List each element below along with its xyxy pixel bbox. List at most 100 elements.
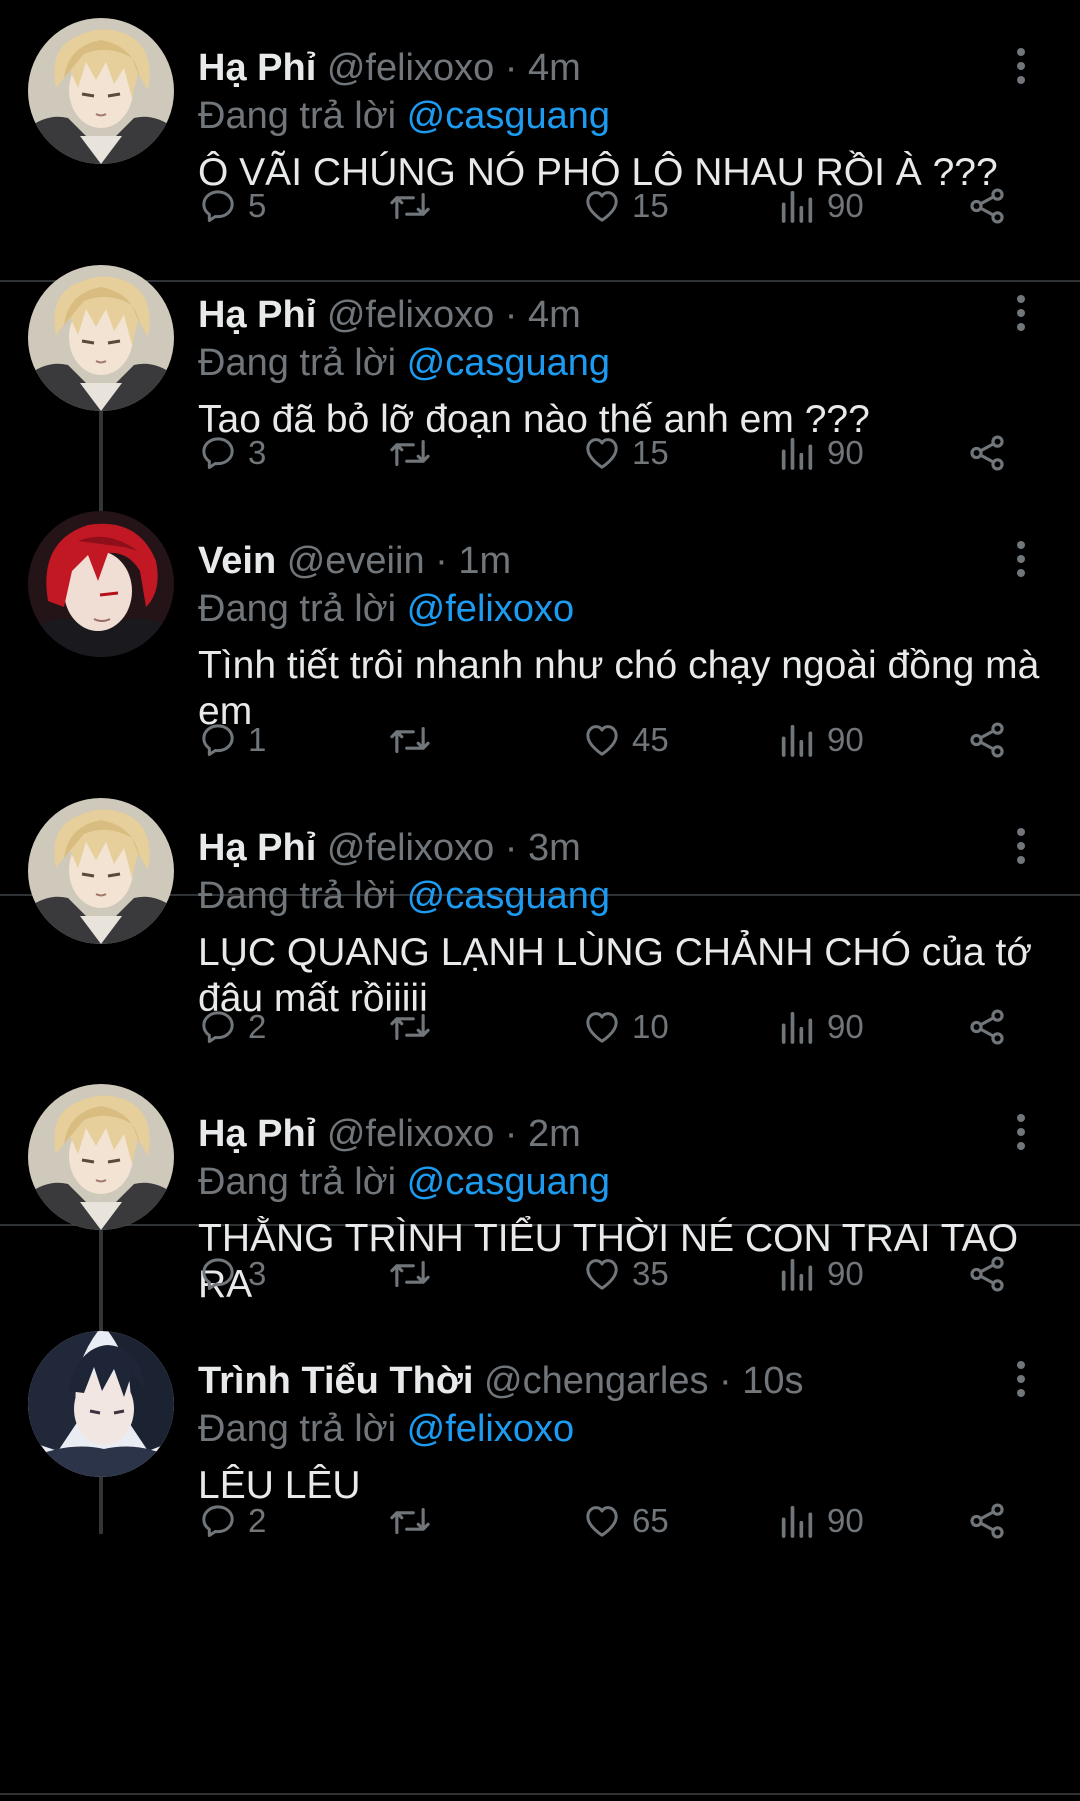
mention-link[interactable]: @casguang (407, 1161, 610, 1203)
mention-link[interactable]: @casguang (407, 875, 610, 917)
tweet-header: Hạ Phỉ @felixoxo · 3m (198, 824, 581, 872)
retweet-button[interactable] (387, 716, 443, 764)
tweet-header: Hạ Phỉ @felixoxo · 2m (198, 1110, 581, 1158)
reply-icon (202, 1258, 234, 1290)
share-button[interactable] (966, 716, 1008, 764)
reply-count: 1 (248, 721, 267, 758)
replying-to-label: Đang trả lời (198, 1408, 397, 1450)
tweet-header: Vein @eveiin · 1m (198, 537, 511, 585)
view-count: 90 (827, 1255, 864, 1292)
retweet-icon (390, 1507, 430, 1535)
reply-button[interactable]: 3 (198, 1250, 266, 1298)
timeline-feed: Hạ Phỉ @felixoxo · 4m Đang trả lời @casgu… (0, 0, 1080, 1801)
tweet-actions: 1 45 90 (0, 716, 1080, 764)
reply-count: 2 (248, 1008, 267, 1045)
more-options-icon[interactable] (1010, 295, 1032, 335)
more-options-icon[interactable] (1010, 48, 1032, 88)
like-button[interactable]: 65 (582, 1497, 669, 1545)
retweet-icon (390, 439, 430, 467)
reply-button[interactable]: 5 (198, 182, 266, 230)
more-options-icon[interactable] (1010, 1361, 1032, 1401)
more-options-icon[interactable] (1010, 828, 1032, 868)
views-button[interactable]: 90 (777, 716, 864, 764)
display-name[interactable]: Hạ Phỉ (198, 1113, 316, 1155)
share-button[interactable] (966, 182, 1008, 230)
like-icon (586, 1012, 618, 1043)
reply-button[interactable]: 2 (198, 1497, 266, 1545)
avatar[interactable] (28, 18, 174, 164)
tweet-actions: 3 35 90 (0, 1250, 1080, 1298)
like-button[interactable]: 15 (582, 182, 669, 230)
like-icon (586, 1506, 618, 1537)
replying-to: Đang trả lời @casguang (198, 872, 610, 920)
replying-to: Đang trả lời @casguang (198, 92, 610, 140)
views-button[interactable]: 90 (777, 1003, 864, 1051)
reply-button[interactable]: 3 (198, 429, 266, 477)
view-count: 90 (827, 721, 864, 758)
views-button[interactable]: 90 (777, 182, 864, 230)
like-count: 15 (632, 434, 669, 471)
share-button[interactable] (966, 1003, 1008, 1051)
like-count: 10 (632, 1008, 669, 1045)
mention-link[interactable]: @felixoxo (407, 1408, 574, 1450)
like-icon (586, 1259, 618, 1290)
replying-to: Đang trả lời @felixoxo (198, 585, 574, 633)
replying-to: Đang trả lời @casguang (198, 1158, 610, 1206)
mention-link[interactable]: @felixoxo (407, 588, 574, 630)
more-options-icon[interactable] (1010, 541, 1032, 581)
avatar[interactable] (28, 1331, 174, 1477)
replying-to-label: Đang trả lời (198, 588, 397, 630)
views-button[interactable]: 90 (777, 429, 864, 477)
avatar[interactable] (28, 798, 174, 944)
like-button[interactable]: 15 (582, 429, 669, 477)
avatar[interactable] (28, 265, 174, 411)
retweet-icon (390, 1013, 430, 1041)
replying-to-label: Đang trả lời (198, 1161, 397, 1203)
share-button[interactable] (966, 1250, 1008, 1298)
retweet-button[interactable] (387, 1003, 443, 1051)
like-button[interactable]: 45 (582, 716, 669, 764)
replying-to-label: Đang trả lời (198, 875, 397, 917)
share-button[interactable] (966, 1497, 1008, 1545)
retweet-icon (390, 726, 430, 754)
more-options-icon[interactable] (1010, 1114, 1032, 1154)
view-count: 90 (827, 1502, 864, 1539)
like-icon (586, 725, 618, 756)
display-name[interactable]: Trình Tiểu Thời (198, 1360, 473, 1402)
reply-icon (202, 1505, 234, 1537)
handle-and-time[interactable]: @felixoxo · 3m (327, 827, 581, 869)
retweet-button[interactable] (387, 1497, 443, 1545)
display-name[interactable]: Hạ Phỉ (198, 827, 316, 869)
share-icon (970, 435, 1004, 471)
reply-button[interactable]: 1 (198, 716, 266, 764)
views-icon (781, 1505, 813, 1538)
replying-to: Đang trả lời @felixoxo (198, 1405, 574, 1453)
share-button[interactable] (966, 429, 1008, 477)
handle-and-time[interactable]: @felixoxo · 2m (327, 1113, 581, 1155)
mention-link[interactable]: @casguang (407, 95, 610, 137)
views-button[interactable]: 90 (777, 1497, 864, 1545)
retweet-button[interactable] (387, 429, 443, 477)
view-count: 90 (827, 187, 864, 224)
display-name[interactable]: Vein (198, 540, 276, 582)
tweet-header: Trình Tiểu Thời @chengarles · 10s (198, 1357, 804, 1405)
mention-link[interactable]: @casguang (407, 342, 610, 384)
views-button[interactable]: 90 (777, 1250, 864, 1298)
display-name[interactable]: Hạ Phỉ (198, 294, 316, 336)
like-count: 45 (632, 721, 669, 758)
handle-and-time[interactable]: @eveiin · 1m (287, 540, 511, 582)
display-name[interactable]: Hạ Phỉ (198, 47, 316, 89)
retweet-button[interactable] (387, 1250, 443, 1298)
handle-and-time[interactable]: @felixoxo · 4m (327, 294, 581, 336)
like-button[interactable]: 35 (582, 1250, 669, 1298)
avatar[interactable] (28, 511, 174, 657)
avatar[interactable] (28, 1084, 174, 1230)
like-button[interactable]: 10 (582, 1003, 669, 1051)
handle-and-time[interactable]: @felixoxo · 4m (327, 47, 581, 89)
views-icon (781, 437, 813, 470)
reply-button[interactable]: 2 (198, 1003, 266, 1051)
retweet-button[interactable] (387, 182, 443, 230)
handle-and-time[interactable]: @chengarles · 10s (484, 1360, 804, 1402)
views-icon (781, 1011, 813, 1044)
divider (0, 1793, 1080, 1795)
